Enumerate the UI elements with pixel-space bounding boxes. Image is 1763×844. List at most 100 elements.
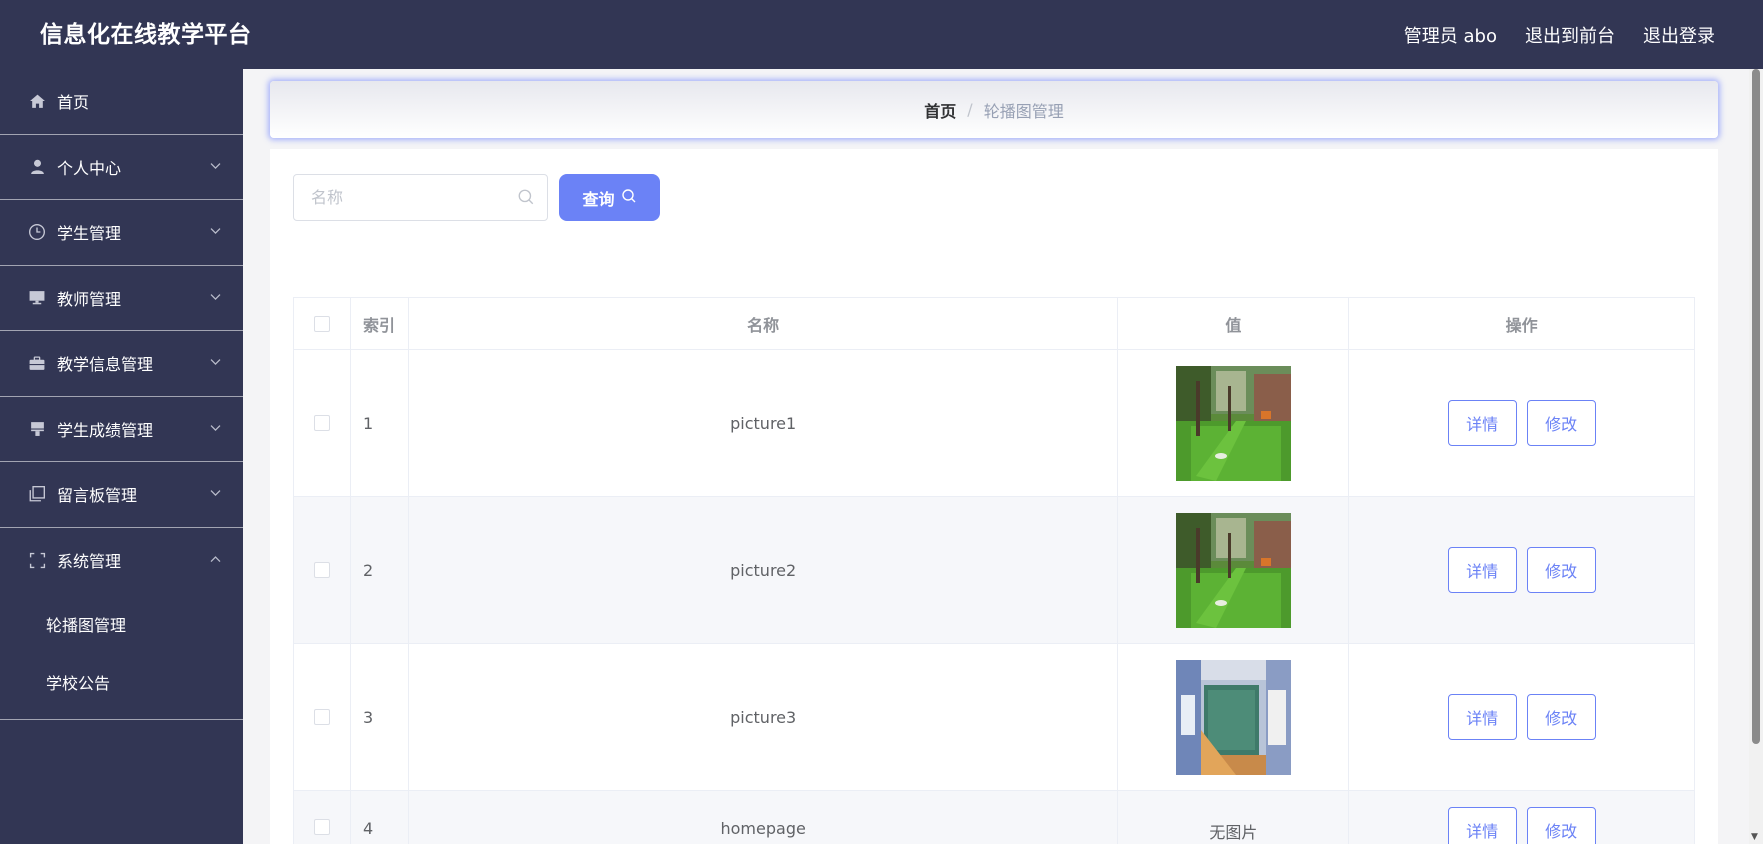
breadcrumb: 首页 / 轮播图管理 — [270, 81, 1718, 138]
header-name: 名称 — [409, 298, 1119, 349]
search-box — [293, 174, 548, 221]
row-checkbox[interactable] — [313, 819, 330, 835]
fullscreen-icon — [28, 551, 46, 569]
monitor-icon — [28, 289, 46, 307]
sidebar-item-home[interactable]: 首页 — [0, 69, 243, 135]
edit-button[interactable]: 修改 — [1526, 547, 1596, 593]
sidebar-item-label: 留言板管理 — [57, 486, 138, 506]
sidebar-item-student-management[interactable]: 学生管理 — [0, 200, 243, 266]
search-icon — [621, 188, 637, 208]
header-index: 索引 — [351, 298, 409, 349]
top-bar: 信息化在线教学平台 管理员 abo 退出到前台 退出登录 — [0, 0, 1763, 69]
admin-user-label[interactable]: 管理员 abo — [1404, 22, 1497, 48]
sidebar-item-teaching-info-management[interactable]: 教学信息管理 — [0, 331, 243, 397]
sidebar-item-teacher-management[interactable]: 教师管理 — [0, 266, 243, 331]
row-index: 3 — [351, 644, 409, 790]
sidebar-item-personal-center[interactable]: 个人中心 — [0, 135, 243, 200]
content-panel: 查询 索引 名称 值 操作 1 picture1 — [270, 149, 1718, 844]
chevron-up-icon — [210, 552, 221, 566]
table-row: 2 picture2 详情 修改 — [294, 497, 1695, 644]
sidebar-item-system-management[interactable]: 系统管理 — [0, 528, 243, 594]
row-name: homepage — [409, 791, 1119, 844]
clock-icon — [28, 223, 46, 241]
row-checkbox[interactable] — [313, 709, 330, 725]
logout-link[interactable]: 退出登录 — [1643, 22, 1715, 48]
row-checkbox[interactable] — [313, 415, 330, 431]
query-button-label: 查询 — [582, 189, 615, 209]
row-actions: 详情 修改 — [1349, 791, 1695, 844]
row-actions: 详情 修改 — [1349, 497, 1695, 643]
table-header-row: 索引 名称 值 操作 — [294, 298, 1695, 350]
row-checkbox[interactable] — [313, 562, 330, 578]
home-icon — [28, 92, 46, 110]
top-actions: 管理员 abo 退出到前台 退出登录 — [1404, 0, 1715, 69]
select-all-cell — [294, 298, 351, 349]
detail-button[interactable]: 详情 — [1447, 694, 1517, 740]
system-submenu: 轮播图管理 学校公告 — [0, 593, 243, 720]
query-button[interactable]: 查询 — [559, 174, 660, 221]
row-name: picture2 — [409, 497, 1119, 643]
row-index: 2 — [351, 497, 409, 643]
chevron-down-icon — [210, 420, 221, 434]
detail-button[interactable]: 详情 — [1447, 400, 1517, 446]
sidebar-item-label: 系统管理 — [57, 552, 122, 572]
app-title: 信息化在线教学平台 — [40, 22, 252, 48]
sidebar-item-label: 教学信息管理 — [57, 355, 154, 375]
sidebar-item-label: 个人中心 — [57, 158, 122, 178]
exit-to-front-link[interactable]: 退出到前台 — [1525, 22, 1615, 48]
row-name: picture3 — [409, 644, 1119, 790]
row-check-cell — [294, 644, 351, 790]
row-value-cell — [1118, 644, 1350, 790]
user-icon — [28, 158, 46, 176]
row-actions: 详情 修改 — [1349, 350, 1695, 496]
row-value-cell — [1118, 497, 1350, 643]
row-value-no-image: 无图片 — [1118, 791, 1350, 844]
stamp-icon — [28, 420, 46, 438]
header-value: 值 — [1118, 298, 1350, 349]
row-index: 1 — [351, 350, 409, 496]
scrollbar-thumb[interactable] — [1752, 69, 1760, 744]
vertical-scrollbar[interactable]: ▼ — [1749, 69, 1763, 844]
chevron-down-icon — [210, 355, 221, 369]
sidebar-subitem-carousel-management[interactable]: 轮播图管理 — [0, 597, 243, 655]
breadcrumb-separator: / — [967, 100, 973, 119]
detail-button[interactable]: 详情 — [1447, 807, 1517, 844]
chevron-down-icon — [210, 486, 221, 500]
name-search-input[interactable] — [294, 175, 504, 219]
select-all-checkbox[interactable] — [313, 315, 330, 332]
edit-button[interactable]: 修改 — [1526, 694, 1596, 740]
sidebar-item-label: 教师管理 — [57, 289, 122, 309]
row-check-cell — [294, 791, 351, 844]
sidebar-subitem-school-notice[interactable]: 学校公告 — [0, 655, 243, 713]
edit-button[interactable]: 修改 — [1526, 807, 1596, 844]
garden-thumbnail-image[interactable] — [1175, 365, 1291, 481]
header-actions: 操作 — [1349, 298, 1695, 349]
main-area: 首页 / 轮播图管理 查询 索引 名称 值 操作 — [243, 69, 1749, 844]
garden-thumbnail-image[interactable] — [1175, 512, 1291, 628]
sidebar-item-label: 学生管理 — [57, 224, 122, 244]
chevron-down-icon — [210, 224, 221, 238]
row-index: 4 — [351, 791, 409, 844]
copy-icon — [28, 485, 46, 503]
row-name: picture1 — [409, 350, 1119, 496]
row-check-cell — [294, 350, 351, 496]
edit-button[interactable]: 修改 — [1526, 400, 1596, 446]
detail-button[interactable]: 详情 — [1447, 547, 1517, 593]
classroom-thumbnail-image[interactable] — [1175, 659, 1291, 775]
table-row: 3 picture3 详情 修改 — [294, 644, 1695, 791]
sidebar-item-message-board-management[interactable]: 留言板管理 — [0, 462, 243, 528]
sidebar-item-label: 学生成绩管理 — [57, 420, 154, 440]
briefcase-icon — [28, 354, 46, 372]
carousel-table: 索引 名称 值 操作 1 picture1 详情 修改 2 picture2 详… — [293, 297, 1695, 844]
sidebar-item-label: 首页 — [57, 93, 90, 113]
sidebar: 首页 个人中心 学生管理 教师管理 教学信息管理 学生成绩管理 留言板管理 系统… — [0, 69, 243, 844]
search-icon — [517, 188, 535, 210]
breadcrumb-home[interactable]: 首页 — [924, 98, 956, 122]
sidebar-item-grade-management[interactable]: 学生成绩管理 — [0, 397, 243, 462]
table-row: 1 picture1 详情 修改 — [294, 350, 1695, 497]
row-value-cell — [1118, 350, 1350, 496]
scroll-down-arrow-icon[interactable]: ▼ — [1751, 832, 1758, 842]
chevron-down-icon — [210, 158, 221, 172]
table-row: 4 homepage 无图片 详情 修改 — [294, 791, 1695, 844]
breadcrumb-current: 轮播图管理 — [983, 101, 1064, 121]
